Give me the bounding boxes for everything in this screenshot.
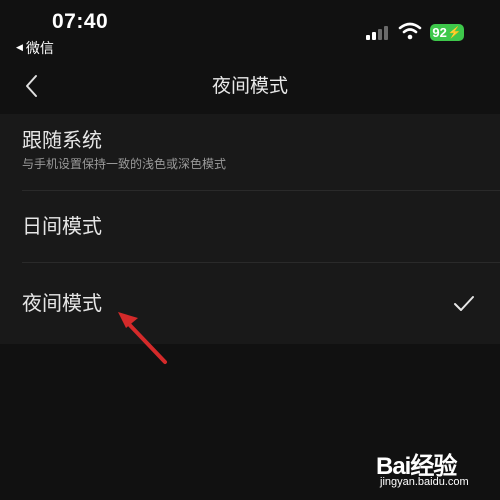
cellular-signal-icon — [366, 26, 388, 40]
divider — [22, 190, 500, 191]
charging-bolt-icon: ⚡ — [447, 27, 462, 39]
wifi-icon — [398, 22, 422, 40]
battery-charging-icon: 92 ⚡ — [430, 24, 464, 41]
option-follow-system-description: 与手机设置保持一致的浅色或深色模式 — [22, 157, 227, 171]
battery-level: 92 — [432, 25, 447, 40]
back-triangle-icon: ◀ — [16, 43, 23, 53]
option-follow-system[interactable]: 跟随系统 — [22, 127, 102, 153]
divider — [22, 262, 500, 263]
chevron-left-icon[interactable] — [22, 72, 42, 100]
red-arrow-icon — [118, 312, 167, 364]
option-night-mode[interactable]: 夜间模式 — [22, 290, 102, 316]
page-title: 夜间模式 — [211, 75, 288, 97]
checkmark-icon — [454, 296, 474, 311]
screen: 07:40 ◀ 微信 92 ⚡ 夜间模式 跟随系统 与手机设置保持一致的浅色或深… — [0, 0, 500, 500]
status-time: 07:40 — [52, 10, 109, 33]
back-to-app-label: 微信 — [25, 41, 54, 57]
back-to-app-button[interactable]: ◀ 微信 — [16, 38, 54, 58]
watermark-url: jingyan.baidu.com — [380, 476, 469, 488]
option-day-mode[interactable]: 日间模式 — [22, 213, 102, 239]
baidu-jingyan-watermark: Bai经验 jingyan.baidu.com — [376, 446, 496, 494]
